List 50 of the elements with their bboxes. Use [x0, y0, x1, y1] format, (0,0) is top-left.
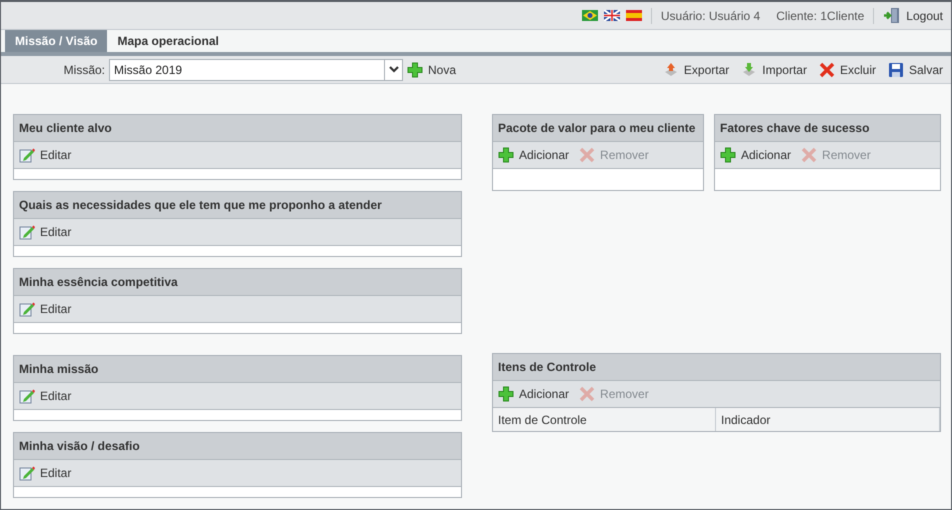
client-label: Cliente: 1Cliente	[776, 8, 864, 24]
add-button[interactable]: Adicionar	[498, 146, 570, 164]
delete-icon	[818, 62, 835, 78]
add-button[interactable]: Adicionar	[720, 146, 792, 164]
mission-select[interactable]: Missão 2019	[109, 58, 403, 80]
panel-header: Meu cliente alvo	[14, 115, 461, 142]
panel-header: Itens de Controle	[493, 354, 940, 381]
panel-header: Quais as necessidades que ele tem que me proponho a atender	[14, 192, 461, 219]
add-icon	[407, 62, 423, 78]
flag-icon	[626, 10, 642, 21]
remove-icon	[579, 147, 596, 163]
flag-icon	[604, 10, 620, 21]
import-button[interactable]: Importar	[741, 60, 807, 78]
column-header: Item de Controle	[493, 408, 716, 431]
save-icon	[888, 62, 904, 78]
flag-icon	[582, 10, 598, 21]
edit-button[interactable]: Editar	[19, 300, 72, 318]
column-header: Indicador	[716, 408, 940, 431]
panel-header: Pacote de valor para o meu cliente	[493, 115, 703, 142]
new-button[interactable]: Nova	[407, 60, 456, 78]
user-label: Usuário: Usuário 4	[660, 8, 760, 24]
add-icon	[498, 386, 514, 402]
export-button[interactable]: Exportar	[662, 60, 730, 78]
tab[interactable]: Mapa operacional	[107, 30, 229, 52]
panel-header: Minha essência competitiva	[14, 269, 461, 296]
save-button[interactable]: Salvar	[888, 60, 943, 78]
delete-button[interactable]: Excluir	[818, 60, 876, 78]
import-icon	[741, 62, 758, 78]
edit-button[interactable]: Editar	[19, 387, 72, 405]
add-icon	[498, 147, 514, 163]
add-icon	[720, 147, 736, 163]
edit-icon	[19, 224, 35, 240]
edit-button[interactable]: Editar	[19, 223, 72, 241]
remove-icon	[801, 147, 818, 163]
add-button[interactable]: Adicionar	[498, 385, 570, 403]
edit-icon	[19, 388, 35, 404]
logout-button[interactable]: Logout	[883, 6, 943, 24]
export-icon	[662, 62, 679, 78]
logout-icon	[883, 7, 902, 24]
panel-header: Minha missão	[14, 356, 461, 383]
edit-icon	[19, 147, 35, 163]
edit-button[interactable]: Editar	[19, 464, 72, 482]
mission-label: Missão:	[62, 62, 106, 78]
edit-icon	[19, 465, 35, 481]
caret-icon	[384, 60, 402, 80]
panel-header: Minha visão / desafio	[14, 433, 461, 460]
panel-header: Fatores chave de sucesso	[715, 115, 940, 142]
remove-icon	[579, 386, 596, 402]
edit-button[interactable]: Editar	[19, 146, 72, 164]
edit-icon	[19, 301, 35, 317]
